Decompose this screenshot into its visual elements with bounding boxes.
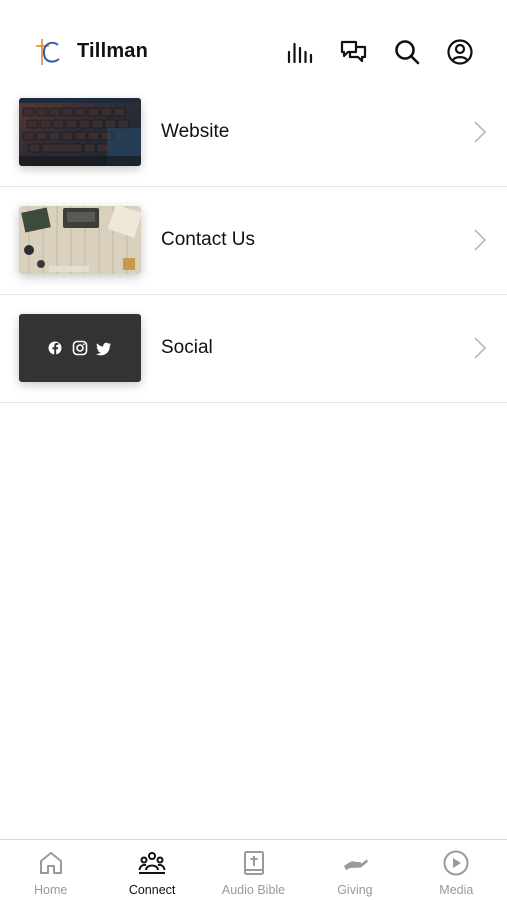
search-icon[interactable] bbox=[392, 37, 422, 67]
connect-list: Website Contact Us Social bbox=[0, 79, 507, 403]
facebook-icon bbox=[48, 341, 62, 355]
people-icon bbox=[138, 852, 166, 874]
tab-home[interactable]: Home bbox=[0, 840, 101, 900]
church-logo bbox=[33, 36, 63, 68]
list-item-label: Website bbox=[161, 121, 230, 142]
home-icon bbox=[39, 852, 62, 874]
list-item-website[interactable]: Website bbox=[0, 79, 507, 187]
list-item-social[interactable]: Social bbox=[0, 295, 507, 403]
play-circle-icon bbox=[443, 850, 469, 876]
bottom-tab-bar: Home Connect Audio Bible Giving Media bbox=[0, 839, 507, 900]
tab-label: Audio Bible bbox=[221, 883, 286, 897]
tab-label: Giving bbox=[337, 883, 373, 897]
chevron-right-icon bbox=[474, 337, 487, 359]
list-item-contact-us[interactable]: Contact Us bbox=[0, 187, 507, 295]
tab-label: Home bbox=[34, 883, 68, 897]
profile-icon[interactable] bbox=[445, 37, 475, 67]
desk-typewriter-photo bbox=[19, 206, 141, 274]
audio-bars-icon[interactable] bbox=[284, 37, 314, 67]
tab-connect[interactable]: Connect bbox=[101, 840, 202, 900]
chat-icon[interactable] bbox=[338, 37, 368, 67]
tab-audio-bible[interactable]: Audio Bible bbox=[203, 840, 304, 900]
list-item-label: Social bbox=[161, 337, 213, 358]
giving-hand-icon bbox=[343, 859, 368, 870]
tab-giving[interactable]: Giving bbox=[304, 840, 405, 900]
social-icons-tile bbox=[19, 314, 141, 382]
tab-label: Connect bbox=[128, 883, 176, 897]
tab-media[interactable]: Media bbox=[406, 840, 507, 900]
bible-icon bbox=[243, 851, 264, 875]
chevron-right-icon bbox=[474, 121, 487, 143]
chevron-right-icon bbox=[474, 229, 487, 251]
app-title: Tillman bbox=[77, 40, 149, 62]
list-item-label: Contact Us bbox=[161, 229, 255, 250]
keyboard-photo bbox=[19, 98, 141, 166]
tab-label: Media bbox=[439, 883, 474, 897]
